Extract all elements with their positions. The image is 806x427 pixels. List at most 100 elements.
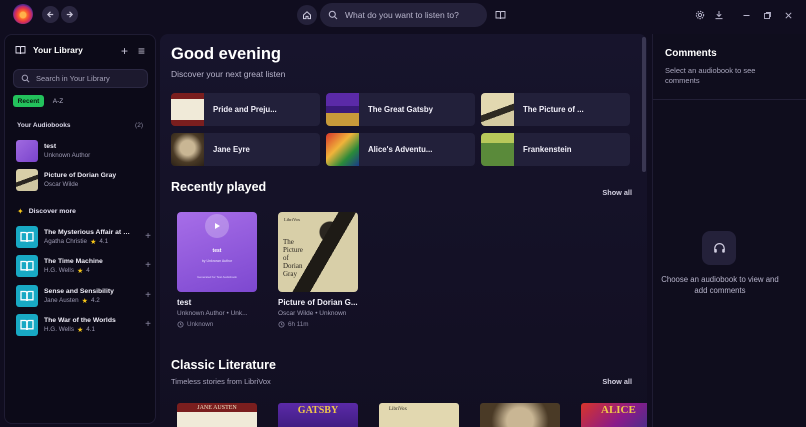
star-icon: ★ — [76, 267, 84, 275]
cover-title: test — [212, 248, 222, 254]
discover-item[interactable]: The Time Machine H.G. Wells ★ 4 + — [16, 255, 151, 277]
card-subtitle: Unknown Author • Unk... — [177, 310, 248, 317]
cover-thumbnail — [16, 140, 38, 162]
library-item[interactable]: test Unknown Author — [16, 140, 146, 162]
main-scrollbar[interactable] — [642, 37, 646, 172]
quick-card[interactable]: Alice's Adventu... — [326, 133, 475, 166]
download-icon — [715, 11, 723, 20]
item-rating: 4.1 — [86, 326, 96, 333]
section-subtitle-classic: Timeless stories from LibriVox — [171, 377, 271, 386]
star-icon: ★ — [81, 297, 88, 305]
browse-button[interactable] — [492, 7, 508, 23]
discover-item[interactable]: Sense and Sensibility Jane Austen ★ 4.2 + — [16, 285, 151, 307]
book-open-icon — [16, 226, 38, 248]
add-icon[interactable]: + — [145, 319, 151, 330]
star-icon: ★ — [76, 326, 84, 334]
comments-empty-state: Choose an audiobook to view and add comm… — [661, 275, 779, 295]
menu-icon[interactable]: ≡ — [138, 44, 145, 58]
card-meta: Unknown — [177, 321, 257, 328]
star-icon: ★ — [90, 238, 97, 246]
quick-card-label: The Picture of ... — [523, 105, 584, 114]
library-item[interactable]: Picture of Dorian Gray Oscar Wilde — [16, 169, 146, 191]
add-icon[interactable]: + — [145, 231, 151, 242]
item-title: The Mysterious Affair at Styles — [44, 228, 132, 236]
headphones-icon — [702, 231, 736, 265]
show-all-recent[interactable]: Show all — [602, 188, 632, 197]
cover-text: JANE AUSTEN — [197, 405, 237, 411]
quick-card[interactable]: Pride and Preju... — [171, 93, 320, 126]
play-icon — [215, 223, 220, 229]
cover-thumbnail — [326, 93, 359, 126]
settings-button[interactable] — [693, 8, 707, 22]
book-icon — [495, 11, 505, 20]
cover-thumbnail — [171, 93, 204, 126]
close-icon — [784, 11, 792, 19]
classic-cover[interactable]: GATSBY — [278, 403, 358, 427]
global-search[interactable] — [320, 3, 487, 27]
classic-cover[interactable]: LibriVox — [379, 403, 459, 427]
cover-image: test by Unknown Author Generated for Tes… — [177, 212, 257, 292]
quick-card-label: Alice's Adventu... — [368, 145, 433, 154]
global-search-input[interactable] — [345, 10, 475, 20]
library-search[interactable] — [13, 69, 148, 88]
discover-item[interactable]: The Mysterious Affair at Styles Agatha C… — [16, 226, 151, 248]
library-sidebar: Your Library + ≡ Recent A-Z Your Audiobo… — [4, 34, 156, 424]
card-duration: 6h 11m — [288, 321, 309, 328]
back-button[interactable] — [42, 6, 59, 23]
audiobooks-label: Your Audiobooks — [17, 122, 71, 129]
cover-note: Generated for Test Audiobook — [197, 275, 237, 279]
cover-author: by Unknown Author — [201, 259, 233, 263]
filter-recent[interactable]: Recent — [13, 95, 44, 107]
quick-card[interactable]: Jane Eyre — [171, 133, 320, 166]
quick-card-label: Pride and Preju... — [213, 105, 277, 114]
recent-card[interactable]: test by Unknown Author Generated for Tes… — [177, 212, 257, 328]
home-button[interactable] — [297, 5, 317, 25]
card-subtitle: Oscar Wilde • Unknown — [278, 310, 347, 317]
item-author: Oscar Wilde — [44, 181, 79, 188]
comments-panel: Comments Select an audiobook to see comm… — [652, 34, 806, 427]
divider — [653, 99, 806, 100]
title-bar — [0, 0, 806, 30]
library-search-input[interactable] — [36, 74, 146, 83]
quick-card[interactable]: The Picture of ... — [481, 93, 630, 126]
quick-card[interactable]: Frankenstein — [481, 133, 630, 166]
discover-header: ✦ Discover more — [17, 207, 76, 216]
search-icon — [21, 74, 30, 83]
item-author: Jane Austen — [44, 297, 79, 304]
recent-card[interactable]: LibriVox The Picture of Dorian Gray Pict… — [278, 212, 358, 328]
item-title: The Time Machine — [44, 257, 103, 265]
classic-cover[interactable]: ALICE — [581, 403, 647, 427]
card-title: test — [177, 298, 192, 307]
show-all-classic[interactable]: Show all — [602, 377, 632, 386]
quick-card-label: Jane Eyre — [213, 145, 250, 154]
classic-cover[interactable] — [480, 403, 560, 427]
download-button[interactable] — [712, 8, 726, 22]
section-title-recent: Recently played — [171, 180, 267, 194]
home-icon — [303, 11, 311, 20]
discover-item[interactable]: The War of the Worlds H.G. Wells ★ 4.1 + — [16, 314, 151, 336]
app-logo — [13, 4, 33, 24]
item-author: Unknown Author — [44, 152, 91, 159]
close-button[interactable] — [781, 8, 795, 22]
cover-thumbnail — [481, 93, 514, 126]
quick-card[interactable]: The Great Gatsby — [326, 93, 475, 126]
add-icon[interactable]: + — [145, 290, 151, 301]
book-open-icon — [16, 255, 38, 277]
add-icon[interactable]: + — [145, 260, 151, 271]
add-icon[interactable]: + — [121, 44, 128, 58]
maximize-icon — [763, 11, 771, 19]
cover-thumbnail — [326, 133, 359, 166]
cover-thumbnail — [16, 169, 38, 191]
play-button[interactable] — [205, 214, 229, 238]
back-icon — [46, 11, 54, 18]
item-author: H.G. Wells — [44, 326, 74, 333]
cover-thumbnail — [481, 133, 514, 166]
forward-button[interactable] — [61, 6, 78, 23]
maximize-button[interactable] — [760, 8, 774, 22]
item-title: Sense and Sensibility — [44, 287, 114, 295]
filter-az[interactable]: A-Z — [51, 95, 65, 107]
forward-icon — [66, 11, 74, 18]
minimize-button[interactable] — [739, 8, 753, 22]
classic-cover[interactable]: JANE AUSTEN — [177, 403, 257, 427]
book-open-icon — [16, 314, 38, 336]
